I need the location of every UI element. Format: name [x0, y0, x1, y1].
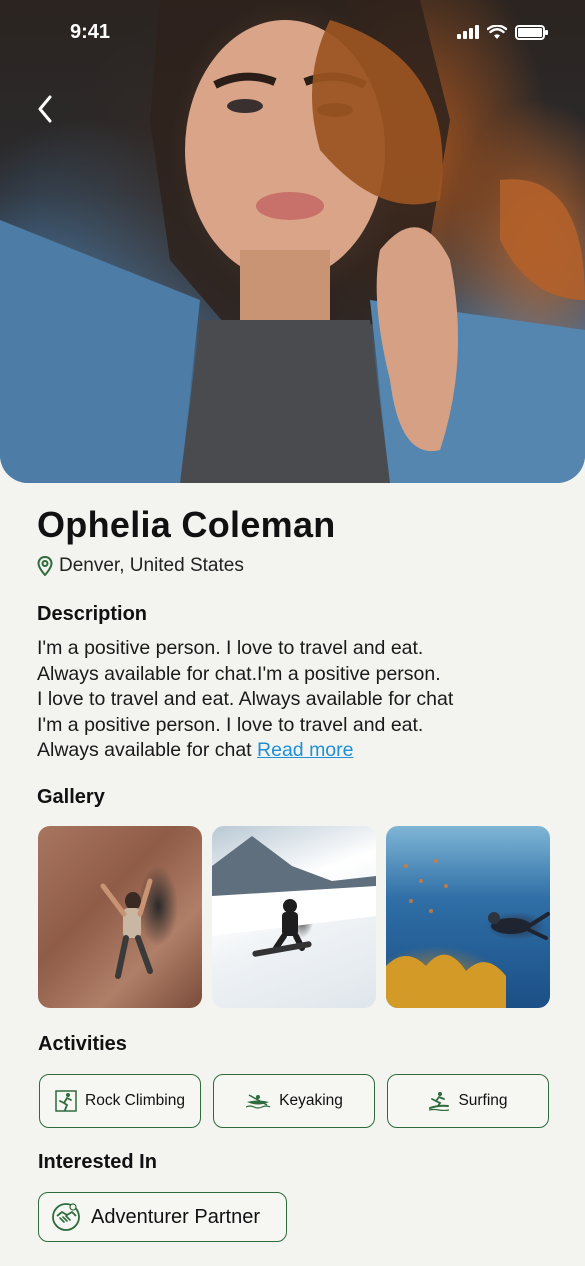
gallery-row [38, 826, 550, 1008]
interests-heading: Interested In [38, 1151, 157, 1173]
chevron-left-icon [38, 95, 52, 123]
activity-chip-rock-climbing[interactable]: Rock Climbing [39, 1074, 201, 1128]
interest-chip-adventurer-partner[interactable]: Adventurer Partner [38, 1192, 287, 1242]
climber-figure [100, 878, 153, 979]
gallery-image-snowboarding[interactable] [212, 826, 376, 1008]
handshake-icon [52, 1203, 80, 1231]
profile-hero-photo: 9:41 [0, 0, 585, 483]
activity-label: Keyaking [279, 1092, 343, 1109]
gallery-heading: Gallery [37, 786, 105, 808]
activity-label: Rock Climbing [85, 1092, 185, 1109]
location-text: Denver, United States [59, 555, 244, 576]
interest-label: Adventurer Partner [91, 1205, 260, 1228]
activities-list: Rock Climbing Keyaking Surfing [39, 1074, 549, 1128]
description-line: I'm a positive person. I love to travel … [37, 713, 424, 736]
description-line: Always available for chat.I'm a positive… [37, 662, 441, 685]
gallery-image-scuba-diving[interactable] [386, 826, 550, 1008]
activity-label: Surfing [458, 1092, 508, 1109]
status-bar: 9:41 [0, 0, 585, 64]
back-button[interactable] [30, 92, 60, 126]
description-line: Always available for chat [37, 739, 252, 761]
description-heading: Description [37, 603, 148, 625]
battery-icon [515, 24, 548, 40]
snowboarder-figure [212, 836, 376, 957]
wifi-icon [487, 24, 507, 39]
location-pin-icon [37, 556, 53, 576]
activity-chip-surfing[interactable]: Surfing [387, 1074, 549, 1128]
profile-name: Ophelia Coleman [37, 504, 336, 545]
gallery-image-rock-climbing[interactable] [38, 826, 202, 1008]
climbing-icon [55, 1090, 77, 1112]
activities-heading: Activities [38, 1033, 127, 1055]
description-line: I love to travel and eat. Always availab… [37, 688, 454, 710]
status-time: 9:41 [70, 20, 111, 43]
profile-location: Denver, United States [37, 555, 244, 577]
description-text: I'm a positive person. I love to travel … [37, 636, 557, 764]
description-line: I'm a positive person. I love to travel … [37, 637, 424, 659]
surfing-icon [429, 1092, 450, 1111]
cellular-signal-icon [457, 25, 479, 39]
read-more-link[interactable]: Read more [257, 739, 353, 761]
portrait-illustration [0, 0, 585, 483]
kayak-icon [245, 1094, 271, 1109]
description-last-line: Always available for chat Read more [37, 738, 557, 764]
status-icons [457, 24, 548, 40]
activity-chip-kayaking[interactable]: Keyaking [213, 1074, 375, 1128]
diver-figure [386, 859, 550, 1008]
